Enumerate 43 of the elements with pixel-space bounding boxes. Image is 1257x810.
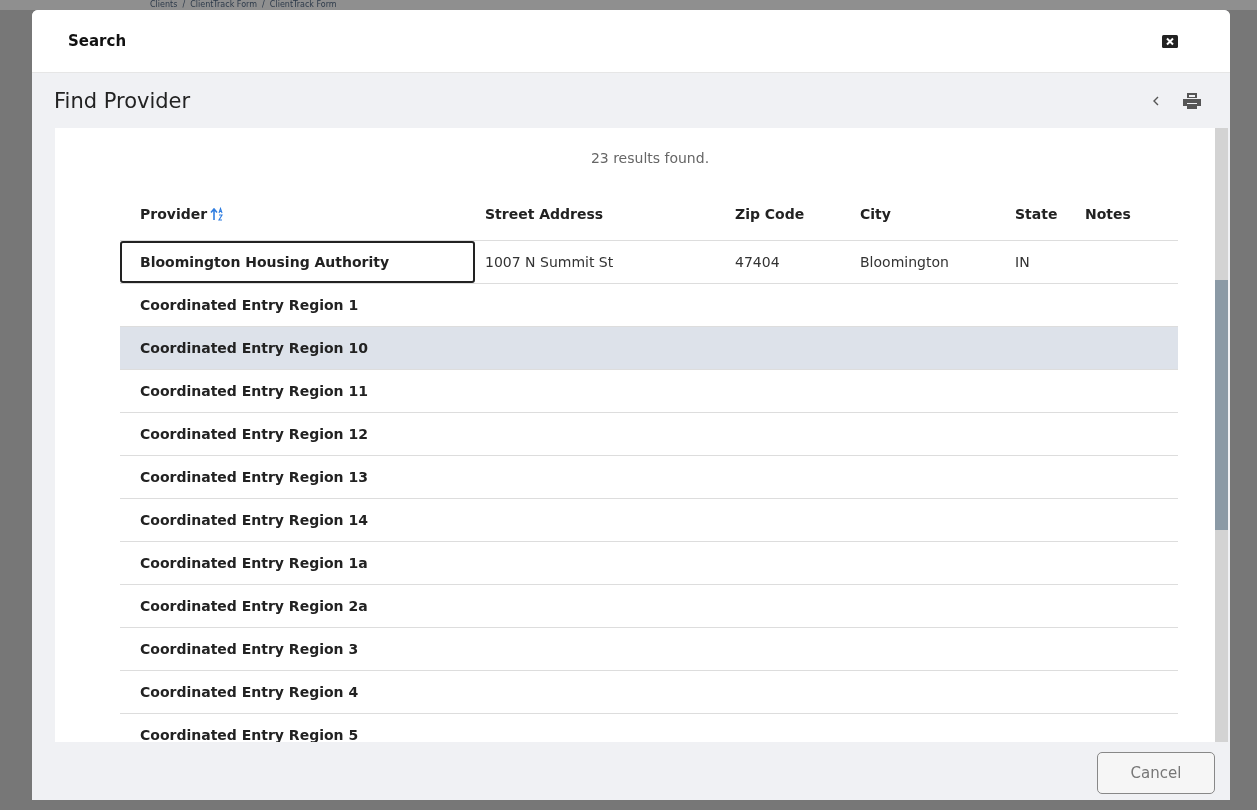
- provider-cell[interactable]: Coordinated Entry Region 1: [120, 284, 475, 326]
- table-row[interactable]: Coordinated Entry Region 10: [120, 326, 1178, 370]
- print-icon[interactable]: [1182, 91, 1202, 110]
- provider-cell[interactable]: Coordinated Entry Region 10: [120, 327, 475, 369]
- provider-cell[interactable]: Coordinated Entry Region 14: [120, 499, 475, 541]
- column-header[interactable]: Street Address: [485, 206, 604, 222]
- provider-cell[interactable]: Coordinated Entry Region 1a: [120, 542, 475, 584]
- table-row[interactable]: Coordinated Entry Region 4: [120, 670, 1178, 714]
- cancel-button[interactable]: Cancel: [1097, 752, 1215, 794]
- table-row[interactable]: Coordinated Entry Region 13: [120, 455, 1178, 499]
- provider-cell[interactable]: Bloomington Housing Authority: [120, 241, 475, 283]
- table-cell: 47404: [735, 254, 780, 270]
- table-row[interactable]: Bloomington Housing Authority 1007 N Summit St 47404 Bloomington IN: [120, 240, 1178, 284]
- chevron-left-icon[interactable]: [1152, 95, 1160, 106]
- table-cell: Bloomington: [860, 254, 949, 270]
- provider-cell[interactable]: Coordinated Entry Region 13: [120, 456, 475, 498]
- breadcrumb: Clients / ClientTrack Form / ClientTrack Form: [150, 0, 337, 10]
- provider-cell[interactable]: Coordinated Entry Region 4: [120, 671, 475, 713]
- column-header[interactable]: Provider: [140, 206, 225, 222]
- table-row[interactable]: Coordinated Entry Region 12: [120, 412, 1178, 456]
- close-icon[interactable]: [1162, 34, 1178, 48]
- table-row[interactable]: Coordinated Entry Region 14: [120, 498, 1178, 542]
- provider-cell[interactable]: Coordinated Entry Region 3: [120, 628, 475, 670]
- table-row[interactable]: Coordinated Entry Region 1a: [120, 541, 1178, 585]
- provider-cell[interactable]: Coordinated Entry Region 11: [120, 370, 475, 412]
- scrollbar[interactable]: [1215, 128, 1228, 742]
- table-cell: 1007 N Summit St: [485, 254, 614, 270]
- table-row[interactable]: Coordinated Entry Region 3: [120, 627, 1178, 671]
- provider-cell[interactable]: Coordinated Entry Region 2a: [120, 585, 475, 627]
- table-cell: IN: [1015, 254, 1030, 270]
- table-row[interactable]: Coordinated Entry Region 1: [120, 283, 1178, 327]
- table-row[interactable]: Coordinated Entry Region 2a: [120, 584, 1178, 628]
- column-header[interactable]: Zip Code: [735, 206, 805, 222]
- sort-icon[interactable]: [210, 207, 225, 221]
- column-header[interactable]: Notes: [1085, 206, 1131, 222]
- page-heading: Find Provider: [54, 88, 192, 113]
- table-row[interactable]: Coordinated Entry Region 11: [120, 369, 1178, 413]
- results-count: 23 results found.: [589, 149, 711, 168]
- scrollbar-thumb[interactable]: [1215, 280, 1228, 530]
- column-header[interactable]: City: [860, 206, 891, 222]
- provider-cell[interactable]: Coordinated Entry Region 12: [120, 413, 475, 455]
- dialog-title: Search: [68, 32, 127, 50]
- column-header[interactable]: State: [1015, 206, 1058, 222]
